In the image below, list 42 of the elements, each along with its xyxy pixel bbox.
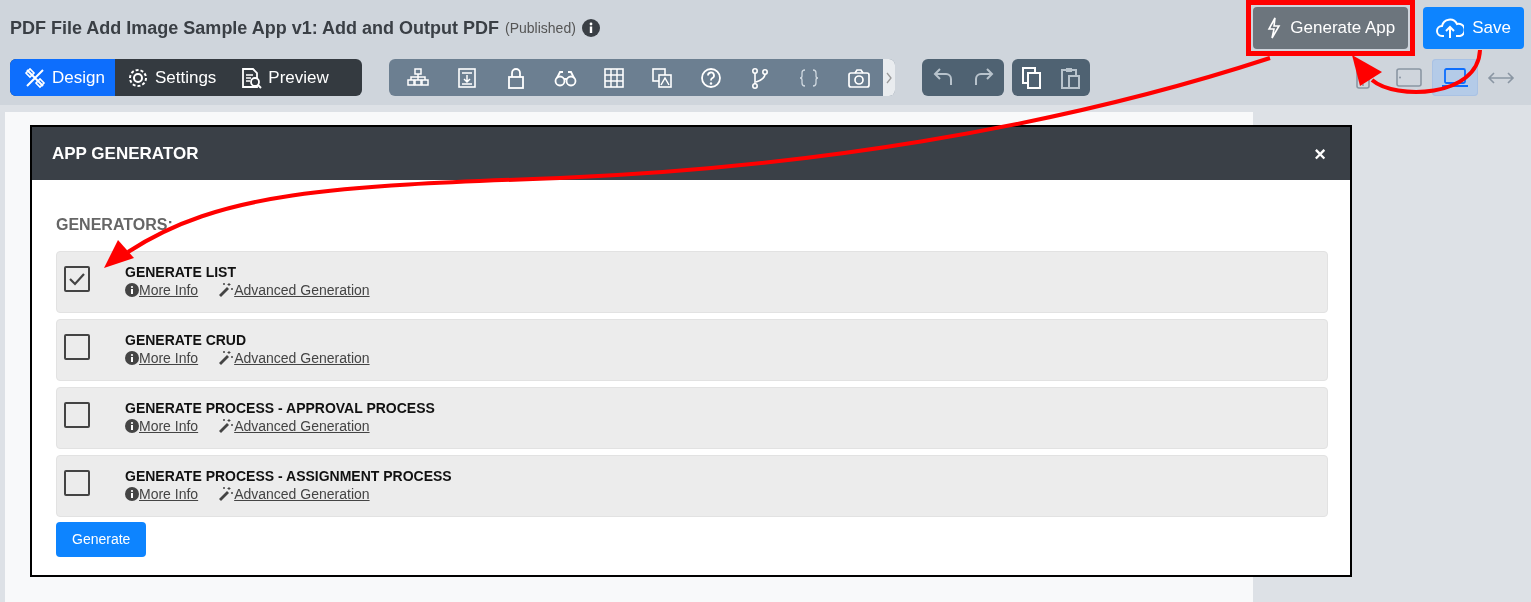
cloud-upload-icon xyxy=(1436,16,1465,40)
gear-icon xyxy=(126,66,149,89)
link[interactable]: Advanced Generation xyxy=(218,485,370,503)
generate-button[interactable]: Generate xyxy=(56,522,147,557)
tab[interactable]: Design xyxy=(10,59,115,96)
tab[interactable]: Settings xyxy=(114,59,229,96)
magic-wand-icon xyxy=(218,282,235,298)
document-search-icon xyxy=(240,66,263,89)
link[interactable]: More Info xyxy=(125,417,199,435)
save-button[interactable]: Save xyxy=(1423,7,1524,49)
link[interactable]: Advanced Generation xyxy=(218,349,370,367)
publish-status: (Published) xyxy=(505,18,576,38)
info-icon xyxy=(125,283,139,297)
checkbox[interactable] xyxy=(64,266,90,292)
generate-app-button[interactable]: Generate App xyxy=(1253,7,1409,49)
close-button[interactable]: × xyxy=(1310,138,1330,169)
generator-name: GENERATE CRUD xyxy=(125,331,248,349)
info-icon xyxy=(125,487,139,501)
tab[interactable]: Preview xyxy=(228,59,341,96)
checkbox[interactable] xyxy=(64,402,90,428)
info-icon xyxy=(125,419,139,433)
lightning-icon xyxy=(1266,17,1283,39)
magic-wand-icon xyxy=(218,418,235,434)
section-label: GENERATORS: xyxy=(56,215,174,235)
app-title: PDF File Add Image Sample App v1: Add and Output PDF xyxy=(10,16,500,40)
link[interactable]: More Info xyxy=(125,349,199,367)
dialog-title: APP GENERATOR xyxy=(52,142,199,165)
scroll-right-icon[interactable] xyxy=(883,59,895,96)
generator-name: GENERATE PROCESS - APPROVAL PROCESS xyxy=(125,399,435,417)
magic-wand-icon xyxy=(218,486,235,502)
info-icon xyxy=(125,351,139,365)
link[interactable]: More Info xyxy=(125,485,199,503)
link[interactable]: Advanced Generation xyxy=(218,281,370,299)
magic-wand-icon xyxy=(218,350,235,366)
info-icon[interactable] xyxy=(581,19,600,37)
checkbox[interactable] xyxy=(64,470,90,496)
checkbox[interactable] xyxy=(64,334,90,360)
generator-name: GENERATE LIST xyxy=(125,263,237,281)
link[interactable]: More Info xyxy=(125,281,199,299)
pencil-ruler-icon xyxy=(24,66,46,89)
link[interactable]: Advanced Generation xyxy=(218,417,370,435)
generator-name: GENERATE PROCESS - ASSIGNMENT PROCESS xyxy=(125,467,452,485)
